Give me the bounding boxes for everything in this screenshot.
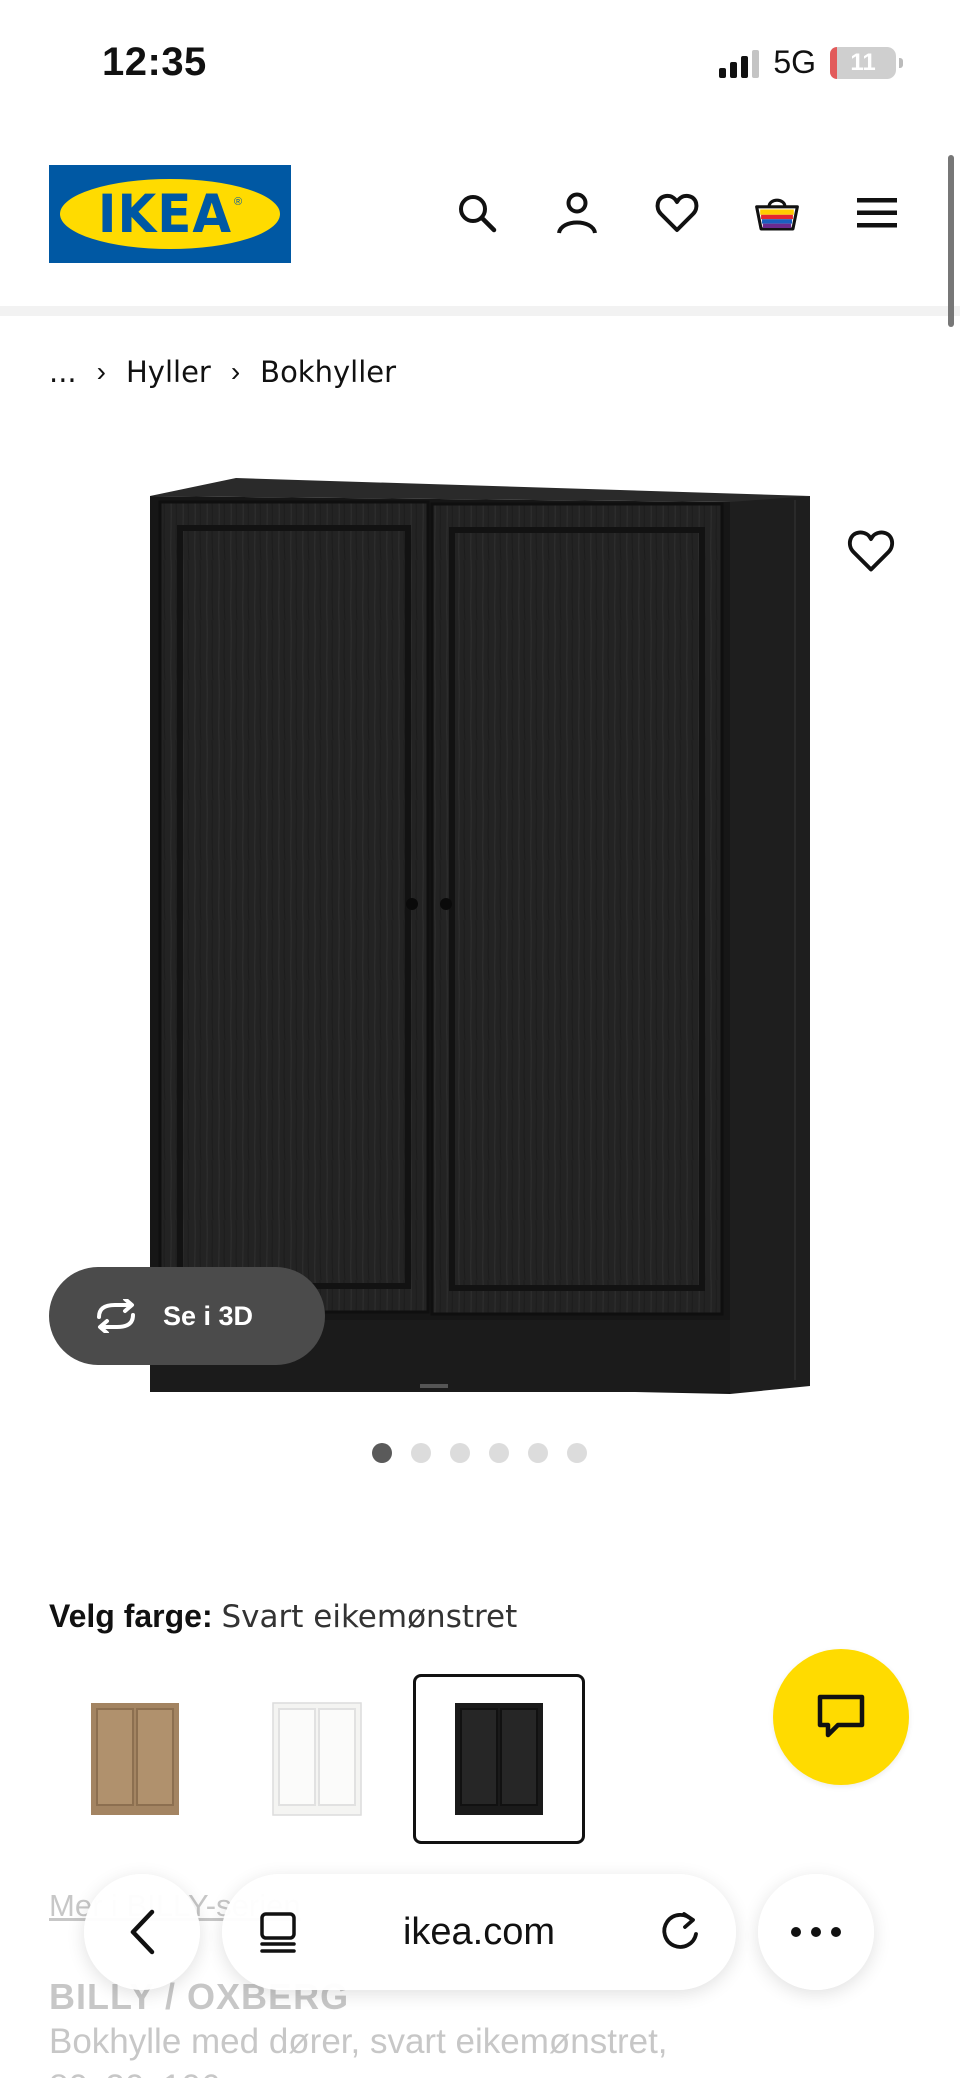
- browser-address-bar[interactable]: ikea.com: [222, 1874, 736, 1990]
- logo-text: IKEA: [97, 183, 233, 245]
- battery-level: 11: [850, 48, 876, 76]
- breadcrumb-item-bookcases[interactable]: Bokhyller: [260, 355, 396, 389]
- battery-icon: 11: [830, 46, 903, 79]
- breadcrumb-item-shelves[interactable]: Hyller: [126, 355, 211, 389]
- add-to-favorites-heart-icon[interactable]: [846, 528, 896, 578]
- chevron-right-icon: ›: [96, 356, 106, 387]
- reload-icon[interactable]: [658, 1910, 702, 1954]
- gallery-dot[interactable]: [567, 1443, 587, 1463]
- status-bar: 12:35 5G 11: [0, 0, 960, 120]
- color-swatch-black-oak[interactable]: [413, 1674, 585, 1844]
- color-swatch-oak[interactable]: [49, 1674, 221, 1844]
- chat-button[interactable]: [773, 1649, 909, 1785]
- status-indicators: 5G 11: [719, 44, 903, 81]
- basket-icon[interactable]: [754, 190, 800, 236]
- view-in-3d-button[interactable]: Se i 3D: [49, 1267, 325, 1365]
- more-icon: [791, 1927, 841, 1937]
- chevron-right-icon: ›: [230, 356, 241, 387]
- heart-icon[interactable]: [654, 190, 700, 236]
- browser-back-button[interactable]: [84, 1874, 200, 1990]
- product-gallery[interactable]: Se i 3D: [0, 440, 960, 1463]
- color-swatches: [49, 1674, 585, 1844]
- breadcrumb: ... › Hyller › Bokhyller: [49, 355, 396, 389]
- view-in-3d-label: Se i 3D: [163, 1300, 254, 1331]
- gallery-dot[interactable]: [528, 1443, 548, 1463]
- ikea-logo[interactable]: IKEA ®: [49, 165, 291, 263]
- browser-toolbar: ikea.com: [0, 1862, 960, 2078]
- breadcrumb-ellipsis[interactable]: ...: [49, 355, 77, 389]
- browser-more-button[interactable]: [758, 1874, 874, 1990]
- site-header: IKEA ®: [0, 120, 960, 316]
- status-time: 12:35: [102, 40, 207, 84]
- search-icon[interactable]: [454, 190, 500, 236]
- chevron-left-icon: [130, 1909, 155, 1955]
- gallery-dot[interactable]: [489, 1443, 509, 1463]
- signal-icon: [719, 48, 760, 78]
- color-swatch-white[interactable]: [231, 1674, 403, 1844]
- chat-icon: [817, 1694, 865, 1738]
- color-picker-label: Velg farge: Svart eikemønstret: [49, 1598, 517, 1635]
- gallery-dot[interactable]: [372, 1443, 392, 1463]
- gallery-pagination: [372, 1443, 587, 1463]
- menu-icon[interactable]: [854, 190, 900, 236]
- gallery-dot[interactable]: [411, 1443, 431, 1463]
- profile-icon[interactable]: [554, 190, 600, 236]
- rotate-3d-icon: [97, 1299, 135, 1333]
- selected-color-name: Svart eikemønstret: [221, 1599, 518, 1635]
- gallery-dot[interactable]: [450, 1443, 470, 1463]
- network-type: 5G: [773, 44, 816, 80]
- color-label-key: Velg farge:: [49, 1598, 213, 1634]
- scrollbar[interactable]: [948, 155, 954, 327]
